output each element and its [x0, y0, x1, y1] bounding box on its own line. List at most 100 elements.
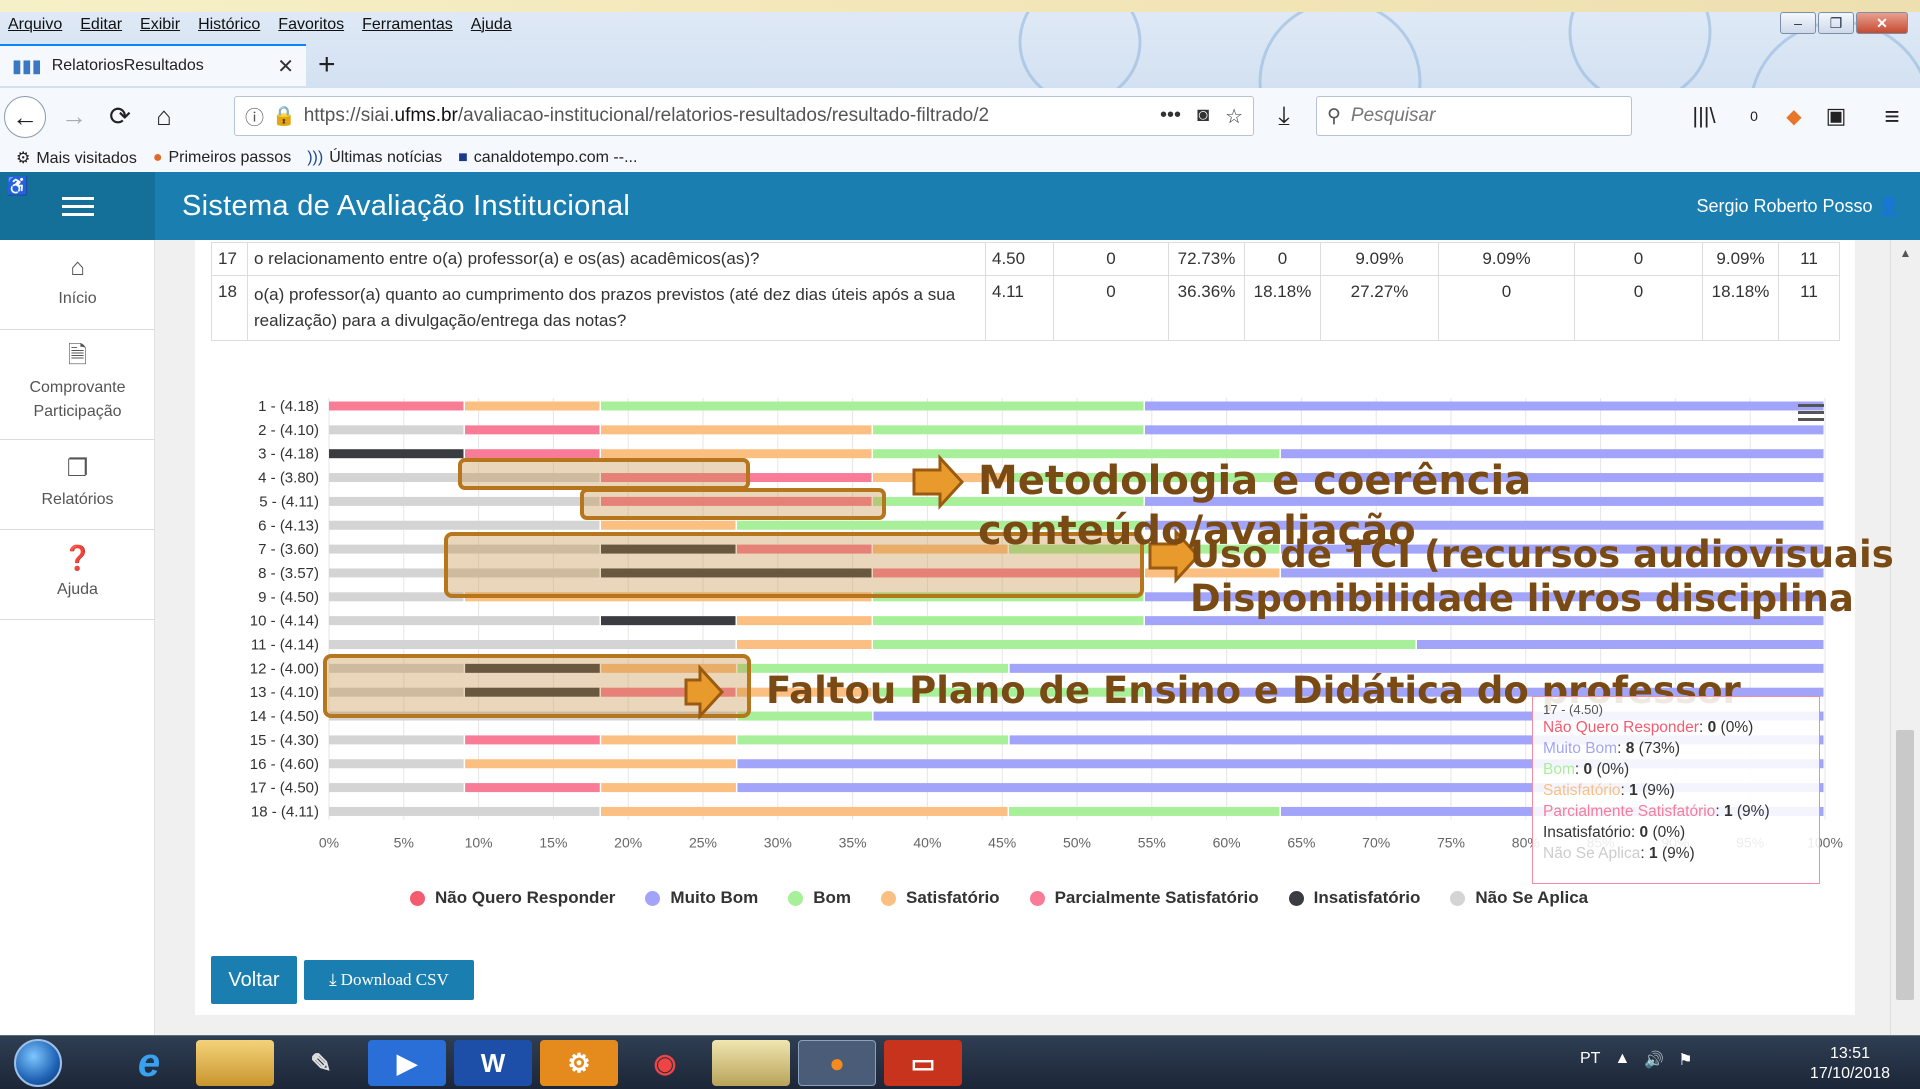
legend-item-nao-quero-responder[interactable]: Não Quero Responder: [410, 888, 615, 908]
bar-segment[interactable]: [329, 544, 600, 554]
menu-ajuda[interactable]: Ajuda: [471, 16, 512, 34]
bar-segment[interactable]: [329, 759, 464, 769]
library-icon[interactable]: |||\: [1686, 98, 1722, 134]
legend-item-satisfatorio[interactable]: Satisfatório: [881, 888, 1000, 908]
bookmark-ultimas-noticias[interactable]: ))) Últimas notícias: [307, 149, 442, 167]
bar-segment[interactable]: [1281, 449, 1824, 459]
back-button[interactable]: ←: [4, 96, 46, 138]
media-player-icon[interactable]: ▶: [368, 1040, 446, 1086]
scrollbar-thumb[interactable]: [1896, 730, 1914, 1000]
bar-segment[interactable]: [329, 711, 736, 721]
user-menu[interactable]: Sergio Roberto Posso 👤: [1696, 196, 1900, 217]
bar-segment[interactable]: [873, 616, 1144, 626]
bar-segment[interactable]: [465, 759, 736, 769]
bar-segment[interactable]: [737, 735, 1009, 745]
bar-segment[interactable]: [329, 520, 600, 530]
legend-item-muito-bom[interactable]: Muito Bom: [645, 888, 758, 908]
chart-menu-icon[interactable]: [1798, 400, 1824, 425]
bar-segment[interactable]: [465, 687, 600, 697]
open-menu-icon[interactable]: ≡: [1874, 98, 1910, 134]
maximize-button[interactable]: ❐: [1818, 12, 1854, 34]
sidebar-item-ajuda[interactable]: ❓ Ajuda: [0, 530, 155, 620]
bar-segment[interactable]: [601, 735, 736, 745]
bar-segment[interactable]: [329, 473, 600, 483]
bookmark-mais-visitados[interactable]: ⚙ Mais visitados: [16, 148, 137, 168]
bar-segment[interactable]: [329, 616, 600, 626]
bookmark-canaldotempo[interactable]: ■ canaldotempo.com --...: [458, 149, 637, 167]
bar-segment[interactable]: [873, 640, 1416, 649]
bar-segment[interactable]: [737, 616, 872, 626]
menu-ferramentas[interactable]: Ferramentas: [362, 16, 453, 34]
new-tab-icon[interactable]: +: [318, 48, 336, 82]
menu-historico[interactable]: Histórico: [198, 16, 260, 34]
start-button[interactable]: [14, 1039, 62, 1087]
bar-segment[interactable]: [465, 401, 600, 411]
bar-segment[interactable]: [1145, 401, 1824, 411]
bar-segment[interactable]: [601, 473, 872, 483]
legend-item-insatisfatorio[interactable]: Insatisfatório: [1288, 888, 1420, 908]
scroll-up-icon[interactable]: ▲: [1891, 246, 1920, 260]
forward-button[interactable]: →: [56, 98, 92, 134]
chrome-icon[interactable]: ◉: [626, 1040, 704, 1086]
url-bar[interactable]: ⓘ 🔒 https://siai. ufms.br/avaliacao-insti…: [234, 96, 1254, 136]
bar-segment[interactable]: [737, 640, 872, 649]
word-icon[interactable]: W: [454, 1040, 532, 1086]
presentation-app-icon[interactable]: ▭: [884, 1040, 962, 1086]
bar-segment[interactable]: [601, 806, 1008, 816]
menu-favoritos[interactable]: Favoritos: [278, 16, 344, 34]
search-bar[interactable]: ⚲ Pesquisar: [1316, 96, 1632, 136]
bar-segment[interactable]: [329, 735, 464, 745]
info-icon[interactable]: ⓘ: [245, 103, 264, 130]
bar-segment[interactable]: [329, 687, 464, 697]
download-csv-button[interactable]: ⤓ Download CSV: [304, 960, 474, 1000]
bar-segment[interactable]: [329, 568, 600, 578]
more-actions-icon[interactable]: •••: [1160, 104, 1181, 129]
tab-close-icon[interactable]: ✕: [277, 54, 294, 79]
bar-segment[interactable]: [1417, 640, 1824, 649]
home-button[interactable]: ⌂: [146, 98, 182, 134]
bar-segment[interactable]: [465, 592, 872, 602]
file-explorer-icon[interactable]: [196, 1040, 274, 1086]
bar-segment[interactable]: [737, 544, 872, 554]
folder-icon[interactable]: [712, 1040, 790, 1086]
bar-segment[interactable]: [601, 520, 736, 530]
bar-segment[interactable]: [329, 783, 464, 793]
bar-segment[interactable]: [601, 616, 736, 626]
bar-segment[interactable]: [329, 592, 464, 602]
bar-segment[interactable]: [329, 663, 464, 673]
bar-segment[interactable]: [465, 449, 600, 459]
bar-segment[interactable]: [465, 663, 600, 673]
pocket-icon[interactable]: ◙: [1197, 104, 1209, 129]
bar-segment[interactable]: [873, 568, 1144, 578]
internet-explorer-icon[interactable]: e: [110, 1040, 188, 1086]
legend-item-parcialmente-satisfatorio[interactable]: Parcialmente Satisfatório: [1029, 888, 1259, 908]
bar-segment[interactable]: [601, 568, 872, 578]
tray-expand-icon[interactable]: ▲: [1614, 1050, 1630, 1070]
close-window-button[interactable]: ✕: [1856, 12, 1908, 34]
notepad-icon[interactable]: ✎: [282, 1040, 360, 1086]
bar-segment[interactable]: [601, 544, 736, 554]
volume-icon[interactable]: 🔊: [1644, 1050, 1664, 1070]
bar-segment[interactable]: [329, 425, 464, 435]
menu-arquivo[interactable]: Arquivo: [8, 16, 62, 34]
bar-segment[interactable]: [601, 783, 736, 793]
bar-segment[interactable]: [873, 449, 1280, 459]
bar-segment[interactable]: [465, 783, 600, 793]
bar-segment[interactable]: [601, 401, 1144, 411]
download-icon[interactable]: ⤓: [1266, 98, 1302, 134]
legend-item-bom[interactable]: Bom: [788, 888, 851, 908]
extension-badge-icon[interactable]: 0: [1736, 98, 1772, 134]
legend-item-nao-se-aplica[interactable]: Não Se Aplica: [1450, 888, 1588, 908]
back-button[interactable]: Voltar: [211, 956, 297, 1004]
bar-segment[interactable]: [329, 449, 464, 459]
menu-editar[interactable]: Editar: [80, 16, 122, 34]
bar-segment[interactable]: [873, 592, 1144, 602]
settings-app-icon[interactable]: ⚙: [540, 1040, 618, 1086]
sidebar-item-inicio[interactable]: ⌂ Início: [0, 240, 155, 330]
bar-segment[interactable]: [601, 449, 872, 459]
minimize-button[interactable]: –: [1780, 12, 1816, 34]
clock[interactable]: 13:51 17/10/2018: [1810, 1044, 1890, 1084]
accessibility-icon[interactable]: ♿: [6, 176, 28, 197]
bar-segment[interactable]: [465, 735, 600, 745]
bar-segment[interactable]: [601, 687, 736, 697]
